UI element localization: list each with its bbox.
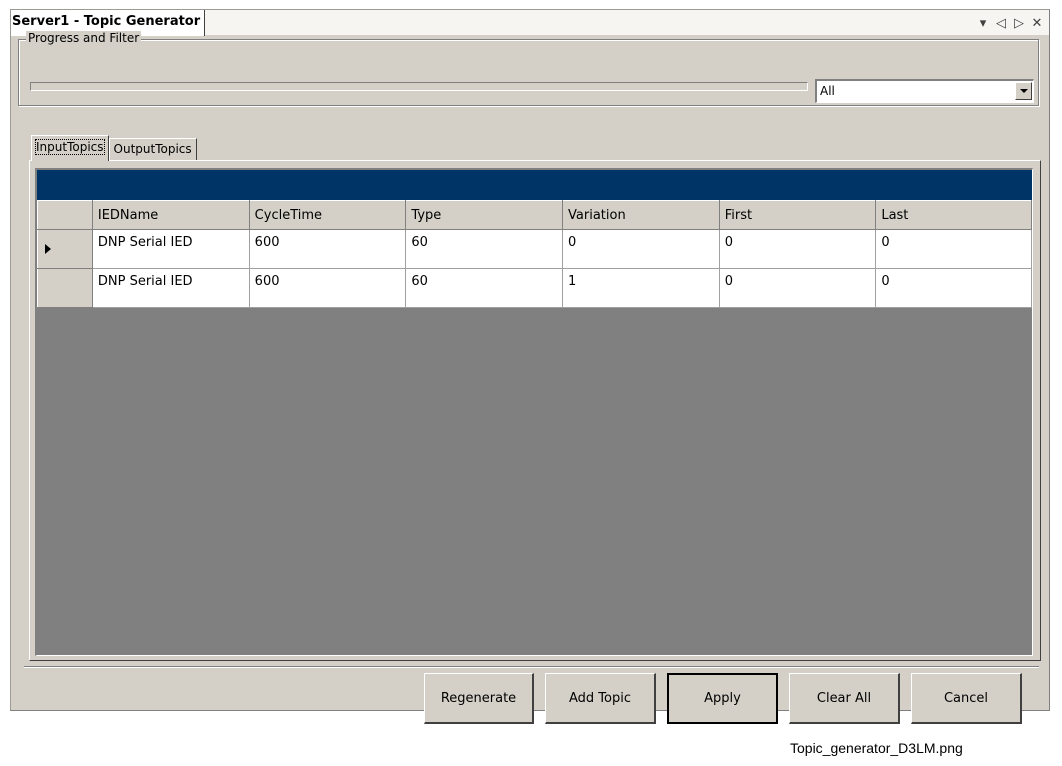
row-selector[interactable] — [37, 268, 93, 308]
table-cell[interactable]: DNP Serial IED — [92, 229, 250, 269]
apply-button[interactable]: Apply — [667, 673, 778, 724]
topics-grid[interactable]: IEDName CycleTime Type Variation First L… — [35, 168, 1033, 656]
table-cell[interactable]: 600 — [249, 229, 407, 269]
dropdown-button[interactable] — [1015, 82, 1032, 100]
column-header[interactable]: Variation — [562, 200, 720, 230]
row-selector[interactable] — [37, 229, 93, 269]
file-caption: Topic_generator_D3LM.png — [790, 740, 963, 756]
group-label: Progress and Filter — [26, 31, 142, 45]
table-cell[interactable]: 0 — [719, 229, 877, 269]
table-cell[interactable]: 600 — [249, 268, 407, 308]
column-header[interactable]: IEDName — [91, 200, 250, 230]
table-row[interactable]: DNP Serial IED 600 60 1 0 0 — [37, 268, 1032, 308]
scroll-left-icon[interactable]: ◁ — [995, 16, 1007, 31]
table-cell[interactable]: 60 — [405, 229, 564, 269]
tab-input-topics[interactable]: InputTopics — [31, 135, 109, 161]
column-header[interactable]: Type — [405, 200, 564, 230]
table-cell[interactable]: DNP Serial IED — [92, 268, 250, 308]
tab-output-topics[interactable]: OutputTopics — [108, 138, 197, 160]
column-header[interactable]: First — [718, 200, 877, 230]
topics-table: IEDName CycleTime Type Variation First L… — [37, 200, 1032, 308]
close-icon[interactable]: ✕ — [1031, 16, 1043, 31]
table-cell[interactable]: 0 — [719, 268, 877, 308]
filter-dropdown[interactable]: All — [815, 79, 1034, 103]
table-cell[interactable]: 1 — [562, 268, 720, 308]
document-tab-bar: Server1 - Topic Generator ▾ ◁ ▷ ✕ — [11, 10, 1049, 36]
column-header[interactable]: Last — [875, 200, 1032, 230]
tab-label: InputTopics — [35, 139, 105, 155]
tab-controls: ▾ ◁ ▷ ✕ — [977, 13, 1043, 33]
separator — [24, 666, 1039, 668]
table-cell[interactable]: 0 — [875, 268, 1032, 308]
table-cell[interactable]: 0 — [562, 229, 720, 269]
topic-tabs: InputTopics OutputTopics — [31, 135, 197, 161]
row-header-corner — [37, 200, 93, 230]
grid-caption-bar — [37, 170, 1032, 200]
table-cell[interactable]: 60 — [405, 268, 564, 308]
filter-value: All — [820, 84, 835, 98]
scroll-right-icon[interactable]: ▷ — [1013, 16, 1025, 31]
table-cell[interactable]: 0 — [875, 229, 1032, 269]
header-row: IEDName CycleTime Type Variation First L… — [37, 200, 1032, 230]
tab-label: OutputTopics — [113, 142, 192, 156]
add-topic-button[interactable]: Add Topic — [545, 673, 656, 724]
regenerate-button[interactable]: Regenerate — [424, 673, 534, 724]
chevron-down-icon[interactable]: ▾ — [977, 16, 989, 31]
clear-all-button[interactable]: Clear All — [789, 673, 900, 724]
table-row[interactable]: DNP Serial IED 600 60 0 0 0 — [37, 229, 1032, 269]
current-row-icon — [45, 244, 51, 254]
chevron-down-icon — [1019, 89, 1028, 93]
progress-bar — [30, 82, 808, 91]
column-header[interactable]: CycleTime — [248, 200, 407, 230]
cancel-button[interactable]: Cancel — [911, 673, 1022, 724]
